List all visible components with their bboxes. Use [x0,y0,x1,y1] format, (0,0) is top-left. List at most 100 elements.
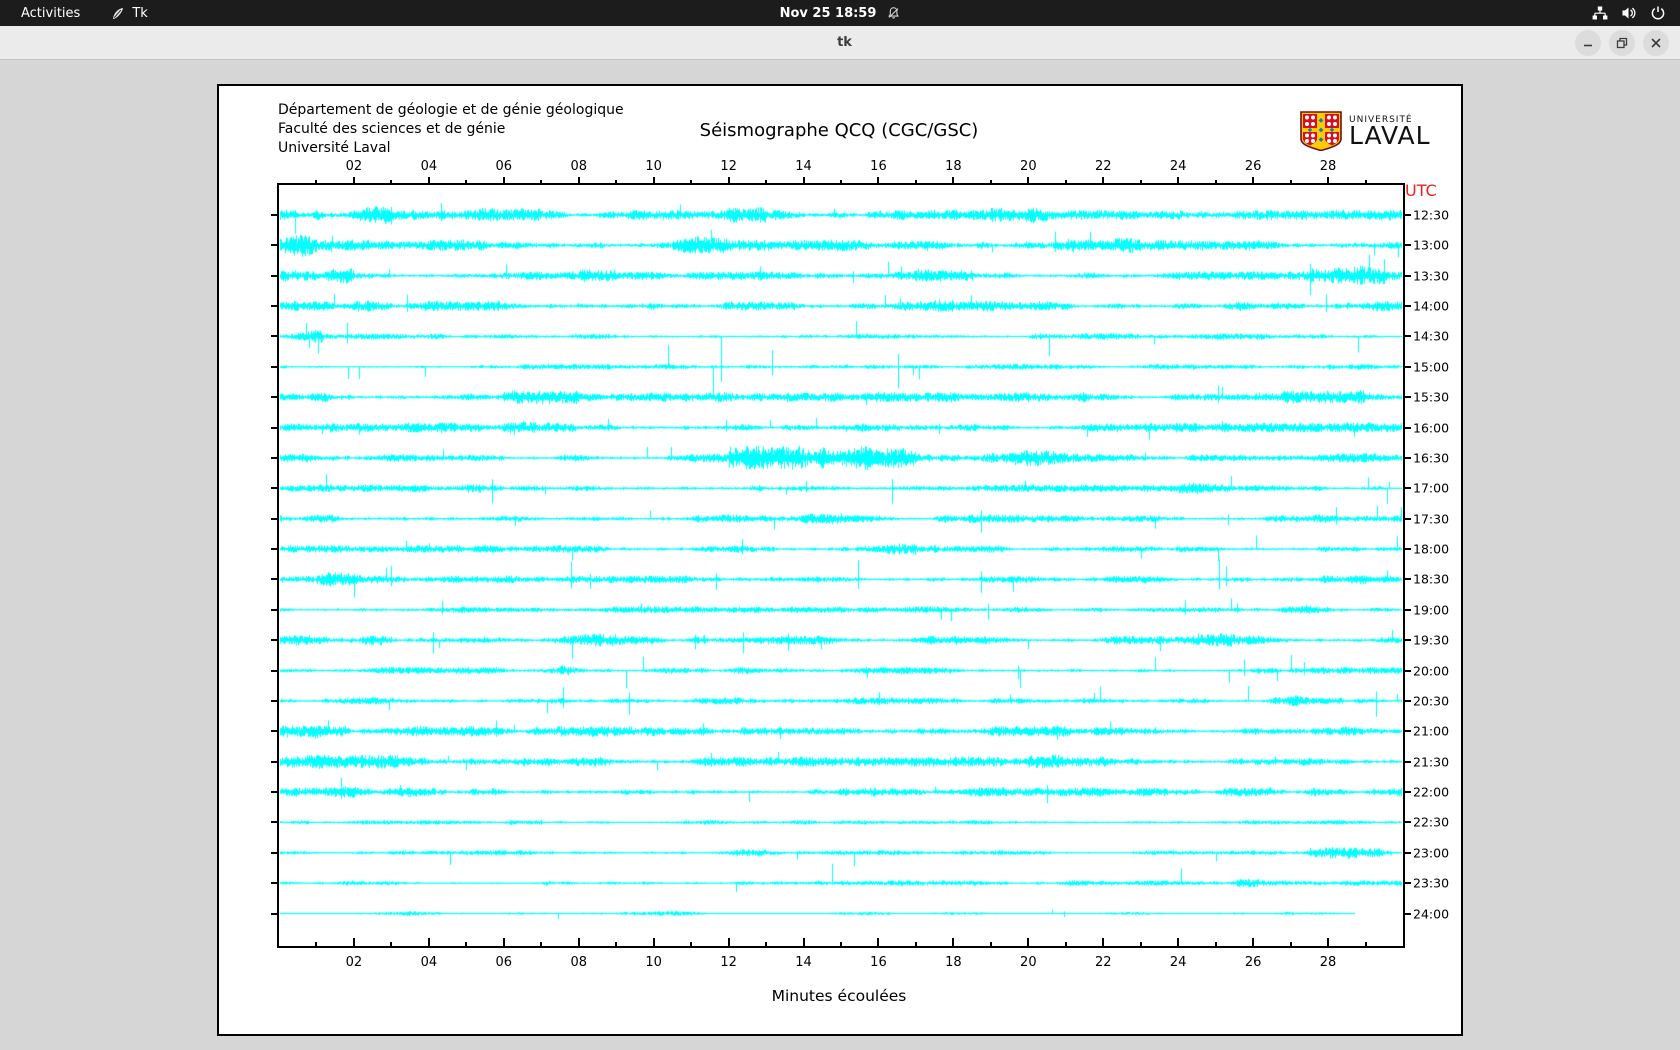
x-minor-tick-bottom [540,942,542,946]
app-menu[interactable]: Tk [110,6,147,21]
x-major-tick-bottom [1177,938,1179,946]
system-status-area[interactable] [1592,0,1680,26]
x-minor-tick-bottom [1290,942,1292,946]
trace-tick-right [1405,578,1411,580]
minimize-icon [1582,37,1594,49]
x-minor-tick-top [990,180,992,183]
x-axis-label-bottom: 14 [795,955,812,970]
trace-tick-right [1405,761,1411,763]
trace-tick-left [271,487,277,489]
x-minor-tick-bottom [1065,942,1067,946]
window-title-bar[interactable]: tk [0,26,1680,60]
x-minor-tick-top [690,180,692,183]
minimize-button[interactable] [1575,30,1601,56]
x-axis-title: Minutes écoulées [277,987,1401,1005]
x-major-tick-top [1102,177,1104,183]
x-minor-tick-bottom [390,942,392,946]
utc-time-label: 18:30 [1413,572,1449,587]
x-axis-label-bottom: 20 [1020,955,1037,970]
utc-time-label: 20:30 [1413,693,1449,708]
x-axis-label-bottom: 08 [570,955,587,970]
utc-time-label: 12:30 [1413,208,1449,223]
x-major-tick-bottom [952,938,954,946]
utc-time-label: 16:30 [1413,450,1449,465]
x-major-tick-bottom [1027,938,1029,946]
x-axis-label-top: 12 [720,159,737,174]
maximize-icon [1616,37,1628,49]
x-major-tick-bottom [653,938,655,946]
x-major-tick-bottom [578,938,580,946]
trace-tick-left [271,852,277,854]
utc-time-label: 15:00 [1413,359,1449,374]
x-major-tick-top [877,177,879,183]
x-axis-label-bottom: 04 [421,955,438,970]
trace-tick-left [271,882,277,884]
x-axis-label-top: 24 [1170,159,1187,174]
trace-tick-left [271,214,277,216]
header-line3: Université Laval [278,140,391,156]
x-major-tick-top [1027,177,1029,183]
trace-tick-left [271,609,277,611]
utc-time-label: 22:00 [1413,785,1449,800]
trace-tick-right [1405,730,1411,732]
trace-tick-right [1405,366,1411,368]
x-major-tick-top [952,177,954,183]
x-axis-label-bottom: 18 [945,955,962,970]
utc-time-label: 16:00 [1413,420,1449,435]
trace-tick-right [1405,548,1411,550]
activities-button[interactable]: Activities [17,6,84,21]
utc-time-label: 14:00 [1413,299,1449,314]
maximize-button[interactable] [1609,30,1635,56]
x-minor-tick-bottom [1365,942,1367,946]
trace-tick-right [1405,882,1411,884]
trace-tick-right [1405,609,1411,611]
x-minor-tick-top [765,180,767,183]
logo-laval-text: LAVAL [1349,125,1431,147]
x-axis-label-top: 22 [1095,159,1112,174]
utc-time-label: 21:30 [1413,754,1449,769]
trace-tick-left [271,821,277,823]
x-major-tick-top [503,177,505,183]
x-axis-label-top: 02 [346,159,363,174]
header-line1: Département de géologie et de génie géol… [278,102,624,118]
tk-feather-icon [110,6,125,21]
x-minor-tick-bottom [915,942,917,946]
utc-time-label: 19:30 [1413,633,1449,648]
trace-tick-right [1405,487,1411,489]
x-axis-label-bottom: 10 [645,955,662,970]
x-minor-tick-top [1215,180,1217,183]
x-axis-label-bottom: 12 [720,955,737,970]
x-minor-tick-bottom [765,942,767,946]
trace-tick-left [271,639,277,641]
utc-time-label: 13:00 [1413,238,1449,253]
trace-tick-left [271,335,277,337]
window-title: tk [0,35,1575,50]
x-major-tick-top [803,177,805,183]
x-minor-tick-top [615,180,617,183]
trace-tick-right [1405,457,1411,459]
x-axis-label-top: 06 [496,159,513,174]
x-minor-tick-bottom [615,942,617,946]
x-major-tick-bottom [1327,938,1329,946]
plot-title: Séismographe QCQ (CGC/GSC) [277,120,1401,141]
close-button[interactable] [1643,30,1669,56]
clock-menu[interactable]: Nov 25 18:59 [780,6,901,21]
x-minor-tick-top [540,180,542,183]
x-minor-tick-top [1290,180,1292,183]
x-major-tick-bottom [353,938,355,946]
x-major-tick-bottom [503,938,505,946]
x-major-tick-top [1327,177,1329,183]
trace-tick-right [1405,275,1411,277]
x-major-tick-top [653,177,655,183]
x-axis-label-bottom: 06 [496,955,513,970]
trace-tick-right [1405,305,1411,307]
utc-time-label: 23:30 [1413,876,1449,891]
universite-laval-logo: UNIVERSITÉ LAVAL [1300,111,1431,155]
utc-time-label: 20:00 [1413,663,1449,678]
trace-tick-left [271,670,277,672]
utc-time-label: 17:00 [1413,481,1449,496]
x-major-tick-bottom [1252,938,1254,946]
x-minor-tick-top [315,180,317,183]
trace-tick-left [271,427,277,429]
app-menu-label: Tk [132,6,147,21]
